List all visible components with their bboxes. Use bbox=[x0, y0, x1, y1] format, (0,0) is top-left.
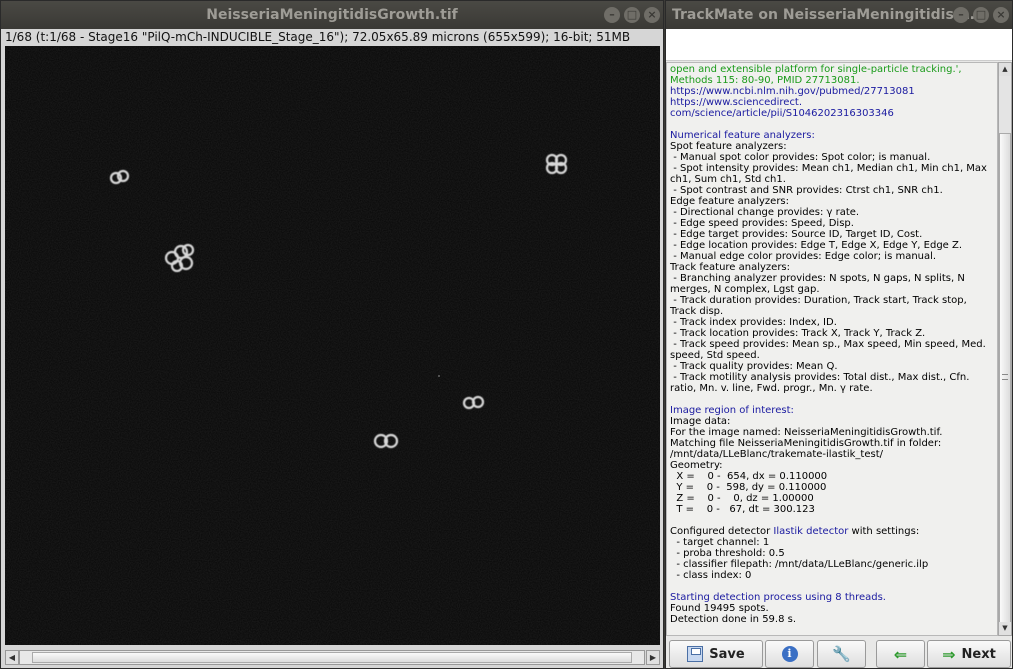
image-info-bar: 1/68 (t:1/68 - Stage16 "PilQ-mCh-INDUCIB… bbox=[5, 30, 631, 44]
info-button[interactable]: i bbox=[765, 640, 814, 668]
log-line: Numerical feature analyzers: bbox=[670, 130, 815, 141]
log-line: - Spot contrast and SNR provides: Ctrst … bbox=[670, 185, 943, 196]
minimize-icon[interactable]: – bbox=[953, 7, 969, 23]
log-line: Matching file NeisseriaMeningitidisGrowt… bbox=[670, 438, 945, 460]
log-line: - Manual edge color provides: Edge color… bbox=[670, 251, 937, 262]
maximize-icon[interactable]: □ bbox=[973, 7, 989, 23]
log-line: Y = 0 - 598, dy = 0.110000 bbox=[670, 482, 827, 493]
log-line: - class index: 0 bbox=[670, 570, 752, 581]
scroll-right-button[interactable]: ▶ bbox=[646, 650, 660, 665]
arrow-left-icon: ⇐ bbox=[893, 644, 908, 664]
settings-button[interactable]: 🔧 bbox=[817, 640, 866, 668]
next-button-label: Next bbox=[961, 646, 996, 662]
log-line: - Track quality provides: Mean Q. bbox=[670, 361, 838, 372]
log-panel[interactable]: open and extensible platform for single-… bbox=[666, 62, 998, 636]
minimize-icon[interactable]: – bbox=[604, 7, 620, 23]
image-window-title: NeisseriaMeningitidisGrowth.tif bbox=[1, 1, 663, 29]
log-scrollbar-thumb[interactable] bbox=[999, 133, 1011, 623]
log-line: Configured detector Ilastik detector wit… bbox=[670, 526, 920, 537]
close-icon[interactable]: × bbox=[993, 7, 1009, 23]
log-line: - target channel: 1 bbox=[670, 537, 770, 548]
save-icon bbox=[687, 646, 704, 662]
log-line: open and extensible platform for single-… bbox=[670, 64, 965, 86]
log-line: https://www.sciencedirect. bbox=[670, 97, 803, 108]
log-line: - proba threshold: 0.5 bbox=[670, 548, 785, 559]
log-line: X = 0 - 654, dx = 0.110000 bbox=[670, 471, 828, 482]
grip-icon bbox=[1002, 374, 1008, 380]
scroll-up-button[interactable]: ▲ bbox=[999, 63, 1011, 76]
log-line: - Track motility analysis provides: Tota… bbox=[670, 372, 973, 394]
maximize-icon[interactable]: □ bbox=[624, 7, 640, 23]
log-line: T = 0 - 67, dt = 300.123 bbox=[670, 504, 815, 515]
log-line: Track feature analyzers: bbox=[670, 262, 791, 273]
log-line: - Edge speed provides: Speed, Disp. bbox=[670, 218, 854, 229]
log-line: Detection done in 59.8 s. bbox=[670, 614, 797, 625]
log-scrollbar[interactable]: ▲ ▼ bbox=[998, 62, 1012, 636]
time-scrollbar-thumb[interactable] bbox=[32, 652, 632, 663]
log-line: Image data: bbox=[670, 416, 731, 427]
log-line: - Spot intensity provides: Mean ch1, Med… bbox=[670, 163, 991, 185]
log-line: - Directional change provides: γ rate. bbox=[670, 207, 860, 218]
log-line: - Track location provides: Track X, Trac… bbox=[670, 328, 926, 339]
scroll-left-button[interactable]: ◀ bbox=[5, 650, 19, 665]
log-line: - Branching analyzer provides: N spots, … bbox=[670, 273, 968, 295]
scroll-down-button[interactable]: ▼ bbox=[999, 622, 1011, 635]
log-line: - Edge location provides: Edge T, Edge X… bbox=[670, 240, 963, 251]
log-line: - Track speed provides: Mean sp., Max sp… bbox=[670, 339, 989, 361]
log-line: For the image named: NeisseriaMeningitid… bbox=[670, 427, 943, 438]
previous-button[interactable]: ⇐ bbox=[876, 640, 925, 668]
log-line: Edge feature analyzers: bbox=[670, 196, 790, 207]
next-button[interactable]: ⇒ Next bbox=[927, 640, 1011, 668]
log-line: Spot feature analyzers: bbox=[670, 141, 787, 152]
info-icon: i bbox=[781, 646, 798, 662]
log-line: - Manual spot color provides: Spot color… bbox=[670, 152, 931, 163]
image-window: NeisseriaMeningitidisGrowth.tif – □ × 1/… bbox=[0, 0, 664, 669]
time-scrollbar[interactable] bbox=[19, 650, 645, 665]
bacteria-image bbox=[5, 46, 660, 645]
log-line: Geometry: bbox=[670, 460, 723, 471]
log-line: com/science/article/pii/S104620231630334… bbox=[670, 108, 894, 119]
trackmate-window-controls: – □ × bbox=[953, 7, 1009, 23]
trackmate-header-panel bbox=[666, 29, 1012, 61]
log-line: Z = 0 - 0, dz = 1.00000 bbox=[670, 493, 814, 504]
log-line: - Track index provides: Index, ID. bbox=[670, 317, 837, 328]
close-icon[interactable]: × bbox=[644, 7, 660, 23]
wizard-button-bar: Save i 🔧 ⇐ ⇒ Next bbox=[666, 637, 1012, 669]
log-line: - classifier filepath: /mnt/data/LLeBlan… bbox=[670, 559, 929, 570]
log-line: - Track duration provides: Duration, Tra… bbox=[670, 295, 970, 317]
log-line: https://www.ncbi.nlm.nih.gov/pubmed/2771… bbox=[670, 86, 915, 97]
save-button[interactable]: Save bbox=[669, 640, 763, 668]
trackmate-window: TrackMate on NeisseriaMeningitidisG… – □… bbox=[665, 0, 1013, 669]
save-button-label: Save bbox=[709, 646, 745, 662]
image-window-controls: – □ × bbox=[604, 7, 660, 23]
log-line: Image region of interest: bbox=[670, 405, 794, 416]
log-line: - Edge target provides: Source ID, Targe… bbox=[670, 229, 923, 240]
wrench-icon: 🔧 bbox=[832, 645, 851, 663]
detector-link[interactable]: Ilastik detector bbox=[773, 526, 848, 537]
arrow-right-icon: ⇒ bbox=[942, 644, 956, 664]
microscopy-image[interactable] bbox=[5, 46, 660, 645]
log-line: Starting detection process using 8 threa… bbox=[670, 592, 886, 603]
log-line: Found 19495 spots. bbox=[670, 603, 769, 614]
